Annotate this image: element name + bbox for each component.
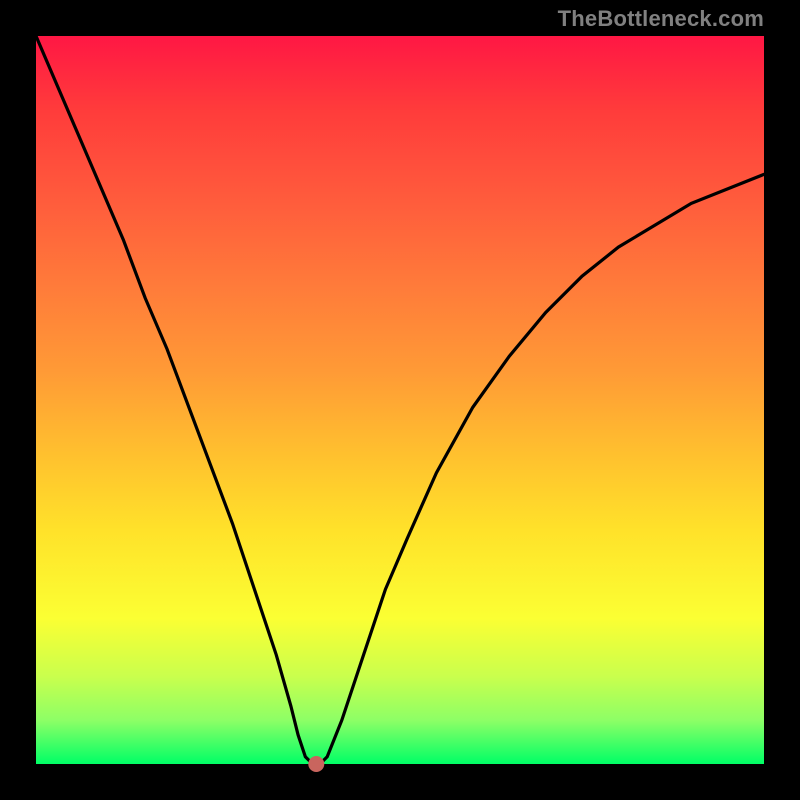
minimum-marker-dot [308,756,324,772]
chart-frame: TheBottleneck.com [0,0,800,800]
bottleneck-curve [36,36,764,764]
watermark-label: TheBottleneck.com [558,6,764,32]
chart-svg [36,36,764,764]
chart-plot-area [36,36,764,764]
